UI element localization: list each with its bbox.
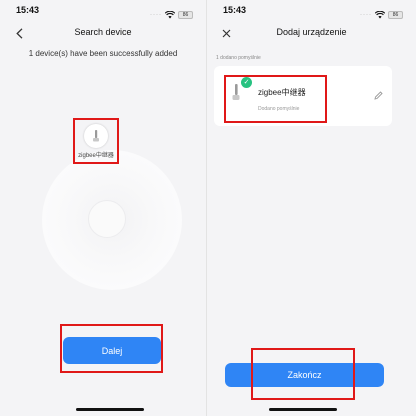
nav-bar: Dodaj urządzenie	[207, 22, 416, 44]
battery-icon: 86	[178, 11, 193, 19]
found-device-name: zigbee中继器	[78, 153, 114, 159]
device-icon	[93, 130, 99, 142]
scan-radar-center	[88, 200, 126, 238]
status-time: 15:43	[16, 5, 40, 15]
added-count: 1 dodano pomyślnie	[216, 55, 261, 61]
status-bar: 15:43 ···· 86	[207, 0, 416, 22]
success-message: 1 device(s) have been successfully added	[28, 49, 178, 58]
page-title: Search device	[74, 27, 132, 37]
edit-button[interactable]	[373, 90, 383, 100]
page-title: Dodaj urządzenie	[276, 27, 347, 37]
signal-icon: ····	[360, 12, 372, 18]
status-time: 15:43	[223, 5, 247, 15]
check-icon: ✓	[241, 77, 252, 88]
signal-icon: ····	[150, 12, 162, 18]
home-indicator	[269, 408, 337, 411]
battery-icon: 86	[388, 11, 403, 19]
found-device[interactable]: zigbee中继器	[73, 118, 119, 164]
device-card[interactable]: ✓ zigbee中继器 Dodano pomyślnie	[214, 66, 392, 126]
add-device-screen: 15:43 ···· 86 Dodaj urządzenie 1 dodano …	[207, 0, 416, 416]
next-button[interactable]: Dalej	[63, 337, 161, 364]
edit-pencil-icon	[373, 90, 383, 100]
nav-bar: Search device	[0, 22, 206, 44]
status-bar: 15:43 ···· 86	[0, 0, 206, 22]
home-indicator	[76, 408, 144, 411]
device-status: Dodano pomyślnie	[258, 106, 300, 112]
device-icon	[232, 84, 240, 100]
device-name: zigbee中继器	[258, 88, 306, 97]
finish-button[interactable]: Zakończ	[225, 363, 384, 387]
search-device-screen: 15:43 ···· 86 Search device 1 device(s) …	[0, 0, 206, 416]
device-icon-circle	[84, 124, 108, 148]
